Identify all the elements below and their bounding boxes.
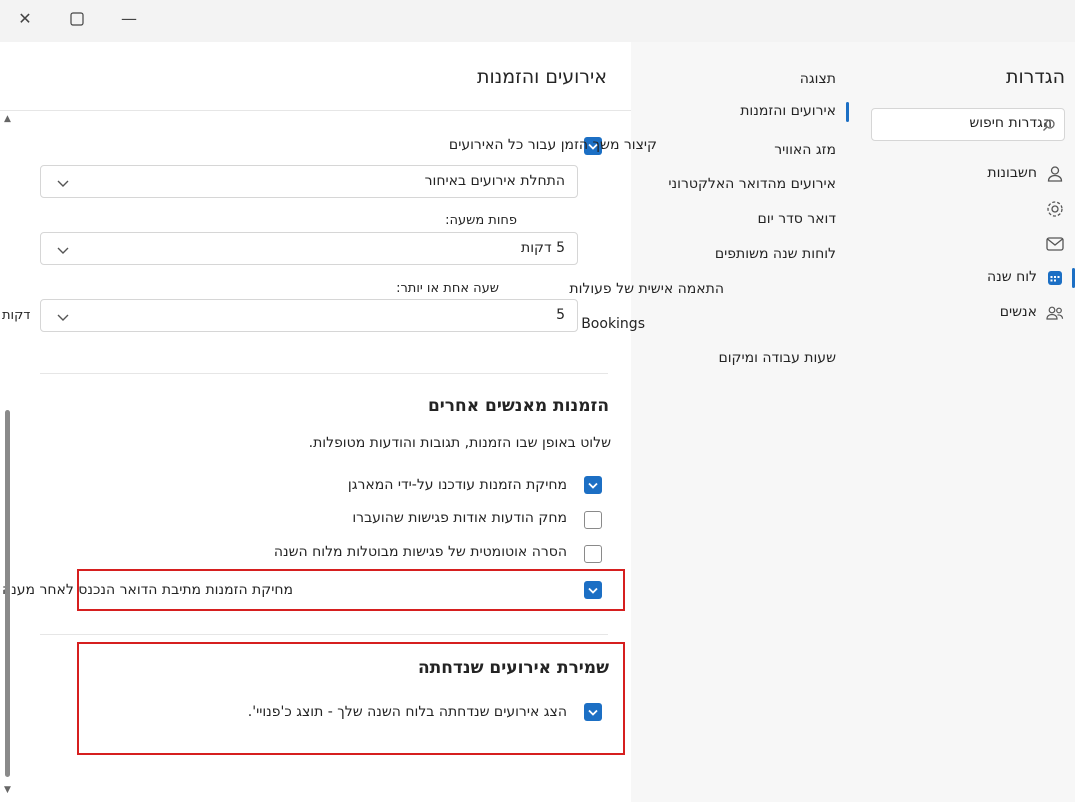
calendar-icon bbox=[1048, 271, 1062, 285]
subnav-item-events-invitations[interactable]: אירועים והזמנות bbox=[740, 103, 836, 119]
search-placeholder: הגדרות חיפוש bbox=[969, 115, 1052, 131]
close-icon[interactable]: ✕ bbox=[12, 8, 38, 30]
search-input[interactable]: הגדרות חיפוש bbox=[871, 108, 1065, 141]
scrollbar-thumb[interactable] bbox=[5, 410, 10, 777]
delete-forwarded-notices-label: מחק הודעות אודות פגישות שהועברו bbox=[352, 510, 567, 526]
sidebar-item-general[interactable] bbox=[871, 195, 1071, 223]
gear-icon bbox=[1047, 201, 1063, 217]
chevron-down-icon bbox=[57, 314, 69, 321]
sidebar-item-label: אנשים bbox=[999, 304, 1037, 320]
scroll-up-icon[interactable]: ▲ bbox=[4, 114, 11, 124]
settings-title: הגדרות bbox=[1005, 66, 1065, 88]
subnav-item-work-hours[interactable]: שעות עבודה ומיקום bbox=[718, 350, 836, 366]
dropdown-value: 5 דקות bbox=[521, 240, 565, 256]
sidebar-item-label: חשבונות bbox=[987, 165, 1037, 181]
shorten-mode-dropdown[interactable]: התחלת אירועים באיחור bbox=[40, 165, 578, 198]
search-icon bbox=[1043, 119, 1055, 131]
hour-or-more-dropdown[interactable]: 5 bbox=[40, 299, 578, 332]
remove-cancelled-label: הסרה אוטומטית של פגישות מבוטלות מלוח השנ… bbox=[273, 544, 567, 560]
delete-invites-after-response-checkbox[interactable] bbox=[584, 581, 602, 599]
dropdown-value: 5 bbox=[556, 307, 565, 323]
delete-updated-invites-checkbox[interactable] bbox=[584, 476, 602, 494]
invitations-section-title: הזמנות מאנשים אחרים bbox=[427, 396, 609, 416]
divider bbox=[40, 634, 608, 635]
show-declined-checkbox[interactable] bbox=[584, 703, 602, 721]
subnav-item-customize-actions[interactable]: התאמה אישית של פעולות bbox=[569, 281, 724, 297]
maximize-icon[interactable] bbox=[64, 8, 90, 30]
divider bbox=[40, 373, 608, 374]
subnav-item-agenda-mail[interactable]: דואר סדר יום bbox=[758, 211, 836, 227]
show-declined-label: הצג אירועים שנדחתה בלוח השנה שלך - תוצג … bbox=[247, 704, 567, 720]
title-bar: ✕ — bbox=[0, 0, 1075, 42]
subnav-item-events-from-email[interactable]: אירועים מהדואר האלקטרוני bbox=[668, 176, 836, 192]
scroll-down-icon[interactable]: ▼ bbox=[4, 785, 11, 795]
shorten-events-label: קיצור משך הזמן עבור כל האירועים bbox=[448, 137, 657, 153]
page-title: אירועים והזמנות bbox=[477, 66, 607, 88]
delete-updated-invites-label: מחיקת הזמנות עודכנו על-ידי המארגן bbox=[347, 477, 567, 493]
sidebar-item-accounts[interactable]: חשבונות bbox=[871, 160, 1071, 188]
people-icon bbox=[1046, 306, 1064, 320]
remove-cancelled-checkbox[interactable] bbox=[584, 545, 602, 563]
subnav-item-weather[interactable]: מזג האוויר bbox=[774, 142, 836, 158]
dropdown-value: התחלת אירועים באיחור bbox=[424, 173, 565, 189]
selected-indicator bbox=[846, 102, 849, 122]
chevron-down-icon bbox=[57, 247, 69, 254]
sidebar-item-calendar[interactable]: לוח שנה bbox=[871, 264, 1075, 292]
sidebar-item-people[interactable]: אנשים bbox=[871, 299, 1071, 327]
settings-sidebar bbox=[851, 42, 1075, 802]
subnav-item-shared-calendars[interactable]: לוחות שנה משותפים bbox=[715, 246, 836, 262]
subnav-title: תצוגה bbox=[799, 71, 836, 87]
sidebar-item-mail[interactable] bbox=[871, 230, 1071, 258]
minutes-label: דקות bbox=[2, 308, 31, 323]
person-icon bbox=[1047, 166, 1063, 182]
sidebar-item-label: לוח שנה bbox=[986, 269, 1037, 285]
hour-or-more-label: שעה אחת או יותר: bbox=[396, 281, 499, 296]
divider bbox=[0, 110, 631, 111]
delete-forwarded-notices-checkbox[interactable] bbox=[584, 511, 602, 529]
minimize-icon[interactable]: — bbox=[116, 8, 142, 30]
chevron-down-icon bbox=[57, 180, 69, 187]
delete-invites-after-response-label: מחיקת הזמנות מתיבת הדואר הנכנס לאחר מענה bbox=[2, 582, 293, 598]
less-than-hour-label: פחות משעה: bbox=[445, 213, 517, 228]
declined-section-title: שמירת אירועים שנדחתה bbox=[417, 658, 609, 678]
mail-icon bbox=[1046, 237, 1064, 251]
invitations-description: שלוט באופן שבו הזמנות, תגובות והודעות מט… bbox=[308, 435, 611, 451]
less-than-hour-dropdown[interactable]: 5 דקות bbox=[40, 232, 578, 265]
